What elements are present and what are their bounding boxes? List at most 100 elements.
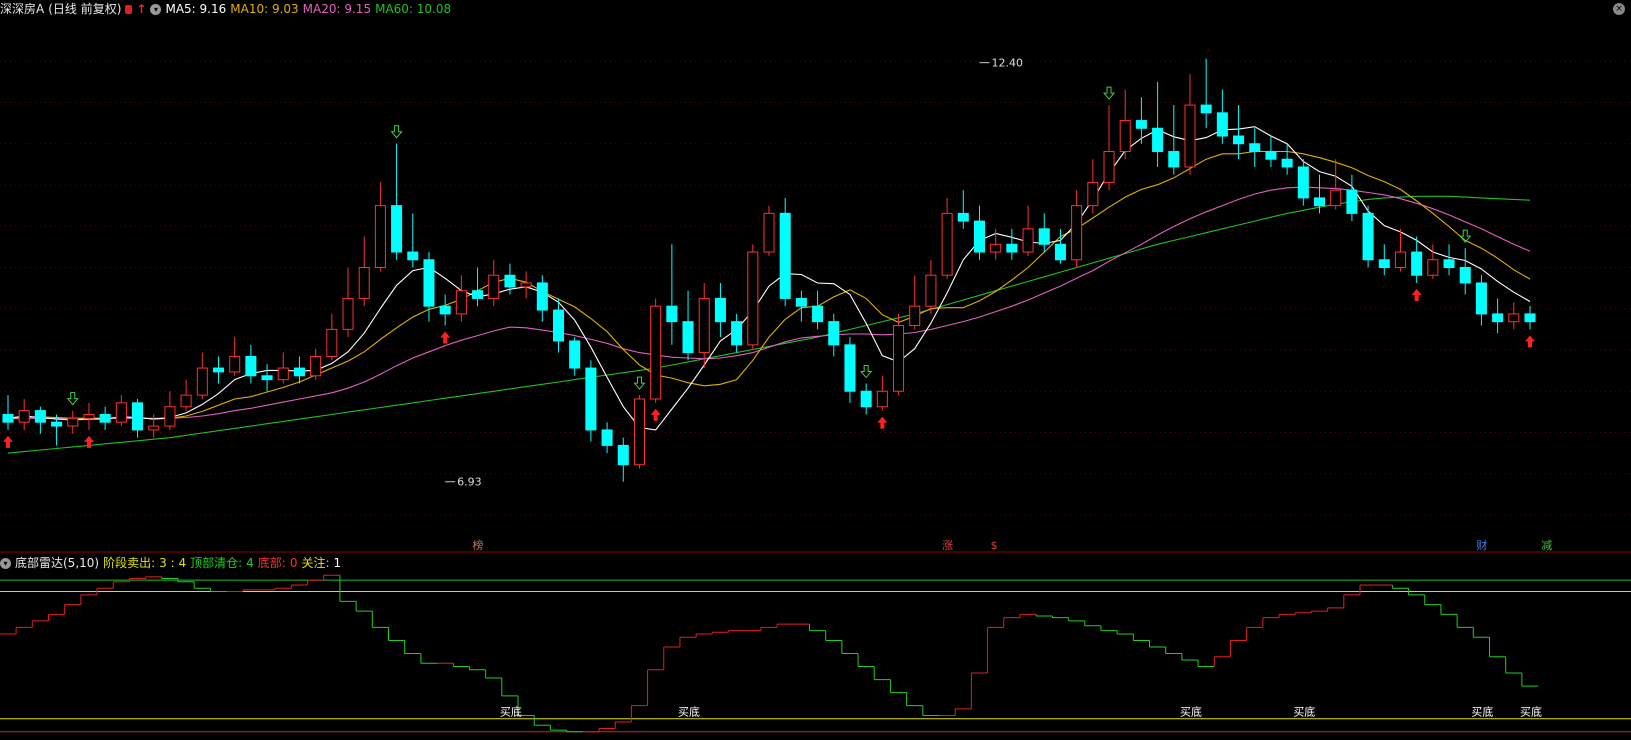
candlestick-series — [2, 58, 1536, 482]
candle — [990, 228, 1002, 260]
candle — [115, 395, 127, 427]
candle — [83, 402, 95, 430]
event-marker: 榜 — [473, 538, 484, 552]
period-label[interactable]: (日线 前复权) — [48, 0, 121, 18]
sell-arrow — [860, 365, 873, 379]
candle — [1054, 228, 1066, 264]
candle-body — [1313, 197, 1326, 207]
candle — [374, 182, 386, 272]
close-icon[interactable]: × — [1613, 3, 1625, 15]
ma10-label[interactable]: MA10: 9.03 — [230, 0, 298, 18]
candle — [698, 282, 710, 369]
bottom-buy-label: 买底 — [1520, 705, 1542, 719]
candle — [812, 290, 824, 330]
buy-arrow — [877, 416, 888, 429]
candle-body — [34, 410, 46, 423]
candle — [1297, 159, 1309, 206]
up-arrow-icon: ↑ — [136, 2, 147, 16]
candle-body — [731, 321, 743, 346]
buy-arrow — [650, 408, 661, 421]
annotation-label: 6.93 — [457, 476, 482, 489]
candle-body — [1103, 150, 1115, 183]
candle — [1475, 275, 1487, 326]
candle — [2, 395, 14, 430]
candle — [893, 313, 905, 396]
candle — [763, 205, 775, 256]
candle-body — [925, 274, 937, 307]
candle-body — [326, 328, 338, 357]
candle-body — [18, 410, 30, 423]
candle — [1168, 105, 1180, 175]
candle — [1184, 74, 1196, 175]
candle — [455, 275, 467, 322]
candle-body — [455, 290, 467, 315]
candle-body — [1346, 189, 1358, 214]
main-chart-header: 深深房A (日线 前复权) ↑ ▾ MA5: 9.16 MA10: 9.03 M… — [0, 0, 455, 18]
event-marker: $ — [991, 539, 998, 552]
candle-body — [1168, 150, 1180, 168]
ma60-label[interactable]: MA60: 10.08 — [375, 0, 451, 18]
candle-body — [876, 390, 888, 408]
candle-body — [374, 205, 386, 268]
candle — [358, 236, 370, 307]
candle-body — [1492, 313, 1504, 323]
settings-icon[interactable]: ▾ — [150, 3, 162, 15]
candle-body — [439, 305, 451, 315]
candle — [1152, 81, 1164, 167]
candle — [196, 352, 208, 399]
candle-body — [310, 355, 322, 377]
buy-arrow — [1525, 335, 1535, 348]
stage-sell-value: 3 : 4 — [159, 556, 187, 570]
candle — [18, 398, 30, 430]
candle-body — [488, 274, 500, 299]
candle-body — [585, 367, 597, 431]
candle-body — [1443, 259, 1455, 268]
candle-body — [1508, 313, 1520, 323]
candle-body — [99, 413, 111, 423]
candle — [1330, 159, 1342, 210]
candle-body — [1233, 135, 1245, 145]
candle-body — [552, 309, 565, 342]
candle — [1006, 228, 1018, 260]
indicator-settings-icon[interactable]: ▾ — [0, 557, 11, 569]
candle — [747, 244, 759, 349]
candle-body — [1378, 259, 1390, 268]
candle — [1265, 136, 1277, 167]
candle — [666, 244, 678, 345]
stock-chart-canvas[interactable]: 12.40 6.93 榜 涨 $ 财 减 买底 买底 买底 买底 买底 买底 — [0, 0, 1631, 740]
event-marker: 涨 — [942, 539, 953, 552]
ma20-label[interactable]: MA20: 9.15 — [303, 0, 371, 18]
candle — [261, 364, 273, 392]
candle-body — [1524, 313, 1536, 323]
indicator-name[interactable]: 底部雷达(5,10) — [15, 554, 99, 572]
candle-body — [698, 297, 710, 354]
candle-body — [83, 413, 95, 419]
candle-body — [1459, 267, 1471, 284]
ma5-label[interactable]: MA5: 9.16 — [165, 0, 226, 18]
candle-body — [650, 305, 662, 400]
candle-body — [1249, 143, 1261, 152]
sell-arrow — [1102, 86, 1116, 100]
candle-body — [666, 305, 678, 323]
event-markers: 榜 涨 $ 财 减 — [473, 538, 1553, 552]
candle — [1200, 58, 1212, 129]
candle-body — [132, 402, 144, 431]
indicator-levels — [0, 579, 1631, 733]
candle — [973, 205, 986, 260]
candle-body — [990, 243, 1002, 253]
grid-lines — [0, 60, 1631, 516]
stock-name[interactable]: 深深房A — [0, 0, 44, 18]
candle — [277, 352, 289, 384]
bottom-value: 0 — [289, 556, 298, 570]
candle-body — [714, 297, 726, 323]
candle-body — [633, 398, 645, 466]
candle-body — [407, 251, 419, 261]
candle-body — [1281, 158, 1293, 168]
candle — [1038, 213, 1050, 253]
candle — [1022, 205, 1034, 256]
candle-body — [1200, 104, 1212, 114]
bottom-buy-label: 买底 — [1293, 705, 1315, 719]
bottom-buy-label: 买底 — [1471, 705, 1493, 719]
candle-body — [957, 212, 969, 222]
candle-body — [293, 367, 305, 377]
